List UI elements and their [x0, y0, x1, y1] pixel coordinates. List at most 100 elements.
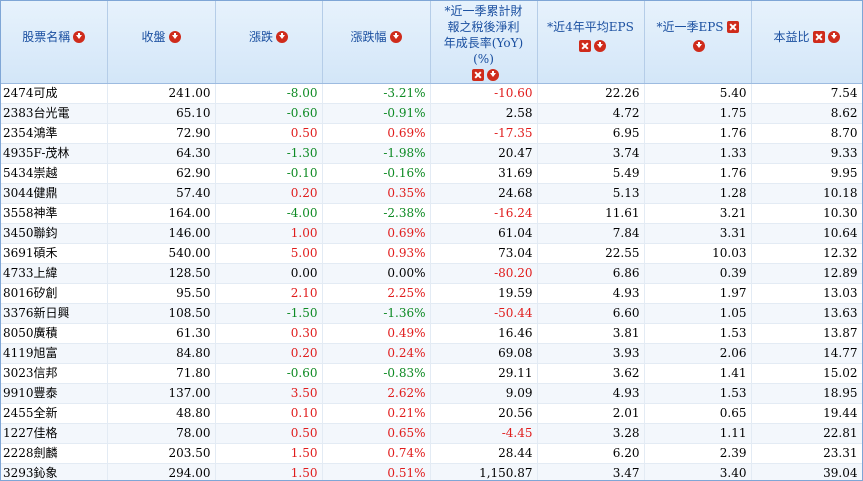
- cell-eps4: 6.60: [537, 303, 645, 324]
- table-row[interactable]: 3023信邦 71.80 -0.60 -0.83% 29.11 3.62 1.41 15.02: [1, 363, 862, 384]
- cell-name[interactable]: 4935F-茂林: [1, 143, 108, 164]
- cell-yoy: 73.04: [430, 243, 538, 264]
- cell-name[interactable]: 2228劍麟: [1, 443, 108, 464]
- header-pe[interactable]: 本益比: [751, 1, 862, 84]
- sort-down-icon[interactable]: [73, 31, 86, 43]
- sort-down-icon[interactable]: [276, 31, 288, 43]
- cell-change: -1.50: [215, 303, 323, 324]
- table-row[interactable]: 3450聯鈞 146.00 1.00 0.69% 61.04 7.84 3.31 10.64: [1, 223, 862, 244]
- header-change[interactable]: 漲跌: [215, 1, 323, 84]
- header-eps4[interactable]: *近4年平均EPS: [537, 1, 645, 84]
- cell-change-pct: 0.24%: [322, 343, 431, 364]
- cell-close: 137.00: [107, 383, 216, 404]
- sort-down-icon[interactable]: [827, 31, 840, 43]
- sort-down-icon[interactable]: [486, 69, 499, 81]
- stock-table-panel: 股票名稱 收盤 漲跌 漲跌幅 *近一季累計財 報之稅後淨利 年成長率(YoY) …: [0, 0, 863, 481]
- sort-down-icon[interactable]: [168, 31, 181, 43]
- cell-change: 0.00: [215, 263, 323, 284]
- cell-eps4: 3.81: [537, 323, 645, 344]
- remove-column-icon[interactable]: [471, 69, 484, 81]
- cell-yoy: 19.59: [430, 283, 538, 304]
- table-row[interactable]: 8016矽創 95.50 2.10 2.25% 19.59 4.93 1.97 13.03: [1, 283, 862, 304]
- cell-name[interactable]: 2354鴻準: [1, 123, 108, 144]
- cell-name[interactable]: 9910豐泰: [1, 383, 108, 404]
- header-close[interactable]: 收盤: [107, 1, 216, 84]
- cell-name[interactable]: 4733上緯: [1, 263, 108, 284]
- cell-name[interactable]: 3558神準: [1, 203, 108, 224]
- remove-column-icon[interactable]: [726, 21, 739, 33]
- cell-name[interactable]: 4119旭富: [1, 343, 108, 364]
- cell-eps4: 3.28: [537, 423, 645, 444]
- cell-eps4: 3.47: [537, 463, 645, 480]
- table-row[interactable]: 2354鴻準 72.90 0.50 0.69% -17.35 6.95 1.76 8.70: [1, 123, 862, 144]
- cell-eps4: 3.74: [537, 143, 645, 164]
- table-row[interactable]: 2455全新 48.80 0.10 0.21% 20.56 2.01 0.65 19.44: [1, 403, 862, 424]
- sort-down-icon[interactable]: [389, 31, 402, 43]
- cell-change-pct: 0.93%: [322, 243, 431, 264]
- table-row[interactable]: 2474可成 241.00 -8.00 -3.21% -10.60 22.26 5.40 7.…: [1, 83, 862, 104]
- cell-change: -4.00: [215, 203, 323, 224]
- cell-yoy: 2.58: [430, 103, 538, 124]
- table-row[interactable]: 2383台光電 65.10 -0.60 -0.91% 2.58 4.72 1.75 8.62: [1, 103, 862, 124]
- cell-close: 146.00: [107, 223, 216, 244]
- cell-yoy: 1,150.87: [430, 463, 538, 480]
- table-row[interactable]: 3293鈊象 294.00 1.50 0.51% 1,150.87 3.47 3.40 39.…: [1, 463, 862, 480]
- cell-change: 0.20: [215, 343, 323, 364]
- header-name[interactable]: 股票名稱: [1, 1, 108, 84]
- header-yoy-line2: 報之稅後淨利: [447, 20, 520, 34]
- cell-name[interactable]: 3376新日興: [1, 303, 108, 324]
- header-yoy[interactable]: *近一季累計財 報之稅後淨利 年成長率(YoY) (%): [430, 1, 538, 84]
- cell-change: 0.50: [215, 123, 323, 144]
- cell-name[interactable]: 8016矽創: [1, 283, 108, 304]
- cell-close: 540.00: [107, 243, 216, 264]
- cell-change: 1.00: [215, 223, 323, 244]
- cell-name[interactable]: 3293鈊象: [1, 463, 108, 480]
- table-row[interactable]: 8050廣積 61.30 0.30 0.49% 16.46 3.81 1.53 13.87: [1, 323, 862, 344]
- cell-name[interactable]: 8050廣積: [1, 323, 108, 344]
- table-row[interactable]: 3376新日興 108.50 -1.50 -1.36% -50.44 6.60 1.05 13…: [1, 303, 862, 324]
- cell-eps4: 5.13: [537, 183, 645, 204]
- cell-yoy: 20.56: [430, 403, 538, 424]
- cell-close: 241.00: [107, 83, 216, 104]
- cell-eps-q: 2.39: [644, 443, 752, 464]
- cell-name[interactable]: 3691碩禾: [1, 243, 108, 264]
- cell-name[interactable]: 2383台光電: [1, 103, 108, 124]
- cell-yoy: 20.47: [430, 143, 538, 164]
- remove-column-icon[interactable]: [812, 31, 825, 43]
- header-change-pct[interactable]: 漲跌幅: [322, 1, 431, 84]
- cell-name[interactable]: 3450聯鈞: [1, 223, 108, 244]
- table-row[interactable]: 3558神準 164.00 -4.00 -2.38% -16.24 11.61 3.21 10…: [1, 203, 862, 224]
- table-row[interactable]: 1227佳格 78.00 0.50 0.65% -4.45 3.28 1.11 22.81: [1, 423, 862, 444]
- header-eps-q[interactable]: *近一季EPS: [644, 1, 752, 84]
- cell-eps-q: 1.33: [644, 143, 752, 164]
- remove-column-icon[interactable]: [578, 40, 591, 52]
- table-row[interactable]: 4733上緯 128.50 0.00 0.00% -80.20 6.86 0.39 12.89: [1, 263, 862, 284]
- cell-change-pct: -1.36%: [322, 303, 431, 324]
- cell-change: 0.20: [215, 183, 323, 204]
- cell-pe: 18.95: [751, 383, 862, 404]
- sort-down-icon[interactable]: [693, 40, 705, 52]
- cell-change: 5.00: [215, 243, 323, 264]
- table-row[interactable]: 4119旭富 84.80 0.20 0.24% 69.08 3.93 2.06 14.77: [1, 343, 862, 364]
- cell-change-pct: 0.49%: [322, 323, 431, 344]
- table-row[interactable]: 9910豐泰 137.00 3.50 2.62% 9.09 4.93 1.53 18.95: [1, 383, 862, 404]
- cell-pe: 13.03: [751, 283, 862, 304]
- sort-down-icon[interactable]: [593, 40, 606, 52]
- cell-pe: 8.62: [751, 103, 862, 124]
- table-row[interactable]: 2228劍麟 203.50 1.50 0.74% 28.44 6.20 2.39 23.31: [1, 443, 862, 464]
- cell-pe: 7.54: [751, 83, 862, 104]
- cell-name[interactable]: 2474可成: [1, 83, 108, 104]
- table-row[interactable]: 4935F-茂林 64.30 -1.30 -1.98% 20.47 3.74 1.33 9.3…: [1, 143, 862, 164]
- cell-name[interactable]: 3044健鼎: [1, 183, 108, 204]
- cell-change-pct: -1.98%: [322, 143, 431, 164]
- cell-name[interactable]: 2455全新: [1, 403, 108, 424]
- cell-change-pct: 0.69%: [322, 223, 431, 244]
- cell-eps4: 6.86: [537, 263, 645, 284]
- cell-pe: 23.31: [751, 443, 862, 464]
- cell-name[interactable]: 3023信邦: [1, 363, 108, 384]
- cell-name[interactable]: 5434崇越: [1, 163, 108, 184]
- table-row[interactable]: 5434崇越 62.90 -0.10 -0.16% 31.69 5.49 1.76 9.95: [1, 163, 862, 184]
- table-row[interactable]: 3044健鼎 57.40 0.20 0.35% 24.68 5.13 1.28 10.18: [1, 183, 862, 204]
- table-row[interactable]: 3691碩禾 540.00 5.00 0.93% 73.04 22.55 10.03 12.3…: [1, 243, 862, 264]
- cell-name[interactable]: 1227佳格: [1, 423, 108, 444]
